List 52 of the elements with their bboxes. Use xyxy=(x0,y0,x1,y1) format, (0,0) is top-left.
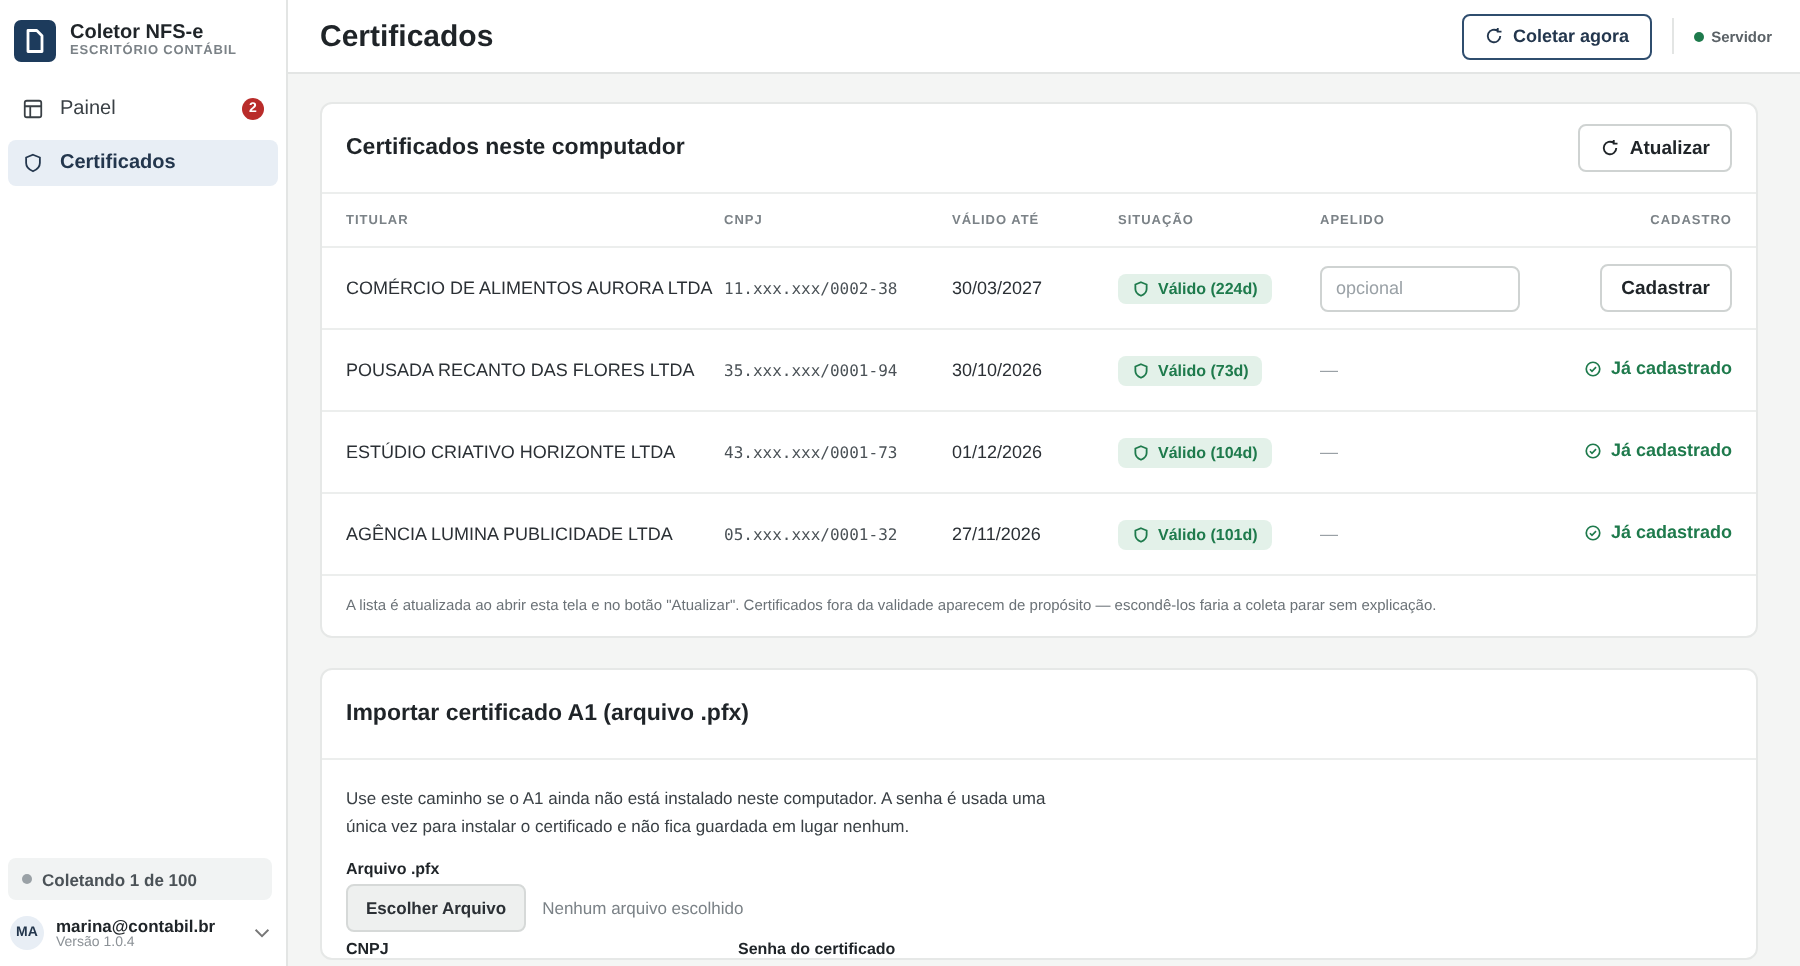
field-label: CNPJ xyxy=(346,940,391,958)
table-cell-text: 30/10/2026 xyxy=(952,360,1045,380)
description-text: Use este caminho se o A1 ainda não está instalado neste computador. A senha é usada uma única vez para instalar o certificado e não fica guardada em lugar nenhum. xyxy=(346,786,1048,840)
file-status: Nenhum arquivo escolhido xyxy=(542,898,744,918)
table-cell-text: 01/12/2026 xyxy=(952,442,1045,462)
card-title: Importar certificado A1 (arquivo .pfx) xyxy=(346,702,749,726)
register-button[interactable]: Cadastrar xyxy=(1599,264,1732,312)
table-cell-text: 43.xxx.xxx/0001-73 xyxy=(724,443,900,461)
card-title: Certificados neste computador xyxy=(346,136,685,160)
user-email: marina@contabil.br xyxy=(56,916,218,936)
status-text: Válido (101d) xyxy=(1158,525,1258,543)
document-icon xyxy=(14,19,56,61)
table-cell: — xyxy=(1320,524,1338,544)
shield-icon xyxy=(1132,279,1150,297)
refresh-icon xyxy=(1483,26,1504,46)
status-text: Válido (224d) xyxy=(1158,279,1258,297)
page-title: Certificados xyxy=(320,19,494,53)
shield-icon xyxy=(1132,443,1150,461)
app-name: Coletor NFS-e xyxy=(70,22,204,44)
table-cell: — xyxy=(1320,442,1338,462)
check-circle-icon xyxy=(1584,441,1603,460)
refresh-button[interactable]: Atualizar xyxy=(1577,124,1732,172)
field-label: Senha do certificado xyxy=(738,940,898,958)
table-cell-text: AGÊNCIA LUMINA PUBLICIDADE LTDA xyxy=(346,524,675,544)
field-label: Arquivo .pfx xyxy=(346,860,442,878)
table-cell-text: ESTÚDIO CRIATIVO HORIZONTE LTDA xyxy=(346,442,678,462)
check-circle-icon xyxy=(1584,523,1603,542)
table-cell-text: 11.xxx.xxx/0002-38 xyxy=(724,279,900,297)
table-cell-text: 30/03/2027 xyxy=(952,278,1045,298)
table-cell-text: 27/11/2026 xyxy=(952,524,1043,544)
table-cell-text: 35.xxx.xxx/0001-94 xyxy=(724,361,900,379)
nav-item[interactable]: Certificados xyxy=(8,140,278,186)
collect-status: Coletando 1 de 100 xyxy=(8,858,272,900)
check-circle-icon xyxy=(1584,359,1603,378)
layout-icon xyxy=(22,98,44,120)
shield-icon xyxy=(1132,525,1150,543)
registered-status: Já cadastrado xyxy=(1610,358,1732,379)
registered-status: Já cadastrado xyxy=(1610,522,1732,543)
registered-status: Já cadastrado xyxy=(1610,440,1732,461)
table-cell-text: 05.xxx.xxx/0001-32 xyxy=(724,525,900,543)
shield-icon xyxy=(22,152,44,174)
table-cell-text: POUSADA RECANTO DAS FLORES LTDA xyxy=(346,360,697,380)
table-cell-text: COMÉRCIO DE ALIMENTOS AURORA LTDA xyxy=(346,278,715,298)
refresh-icon xyxy=(1599,138,1620,158)
table-cell: — xyxy=(1320,360,1338,380)
status-text: Válido (104d) xyxy=(1158,443,1258,461)
shield-icon xyxy=(1132,361,1150,379)
nickname-field[interactable]: opcional xyxy=(1320,265,1520,311)
status-text: Válido (73d) xyxy=(1158,361,1249,379)
chevron-down-icon[interactable] xyxy=(254,928,270,938)
choose-file-button[interactable]: Escolher Arquivo xyxy=(346,884,527,932)
collect-now-button[interactable]: Coletar agora xyxy=(1461,13,1652,59)
